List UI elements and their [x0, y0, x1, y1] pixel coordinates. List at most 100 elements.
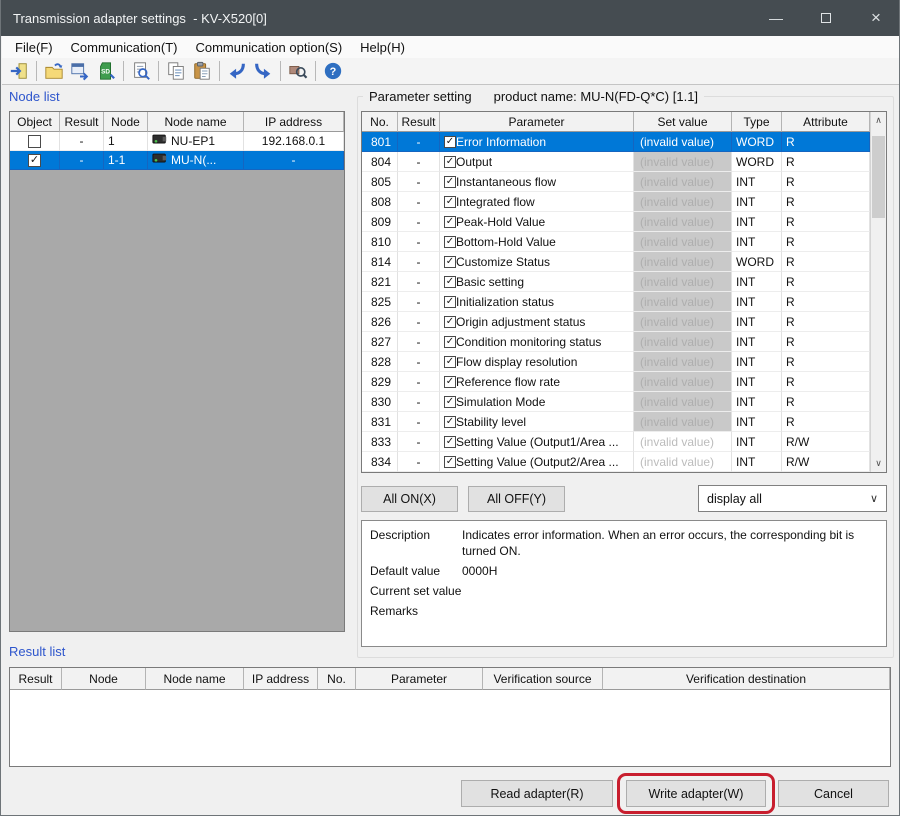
type-cell: INT: [732, 192, 782, 212]
verify-icon[interactable]: [286, 59, 310, 83]
toolbar-separator: [36, 61, 37, 81]
result-col-verification-destination[interactable]: Verification destination: [603, 668, 890, 690]
toolbar-separator: [315, 61, 316, 81]
read-adapter-button[interactable]: Read adapter(R): [461, 780, 613, 807]
node-col-result[interactable]: Result: [60, 112, 104, 132]
result-col-verification-source[interactable]: Verification source: [483, 668, 603, 690]
checkbox[interactable]: ✓: [444, 156, 456, 168]
copy-icon[interactable]: [164, 59, 188, 83]
param-row[interactable]: 834-✓Setting Value (Output2/Area ...(inv…: [362, 452, 870, 472]
minimize-button[interactable]: —: [751, 0, 801, 36]
attribute-cell: R: [782, 392, 870, 412]
checkbox[interactable]: ✓: [444, 396, 456, 408]
checkbox[interactable]: ✓: [444, 176, 456, 188]
scrollbar-thumb[interactable]: [872, 136, 885, 218]
param-row[interactable]: 808-✓Integrated flow(invalid value)INTR: [362, 192, 870, 212]
parameter-cell: ✓Setting Value (Output1/Area ...: [440, 432, 634, 452]
checkbox[interactable]: ✓: [444, 316, 456, 328]
maximize-button[interactable]: [801, 0, 851, 36]
checkbox[interactable]: ✓: [444, 416, 456, 428]
node-col-ip-address[interactable]: IP address: [244, 112, 344, 132]
node-col-node[interactable]: Node: [104, 112, 148, 132]
result-col-ip-address[interactable]: IP address: [244, 668, 318, 690]
paste-icon[interactable]: [190, 59, 214, 83]
close-button[interactable]: ×: [851, 0, 900, 36]
checkbox[interactable]: ✓: [444, 136, 456, 148]
all-off-button[interactable]: All OFF(Y): [468, 486, 565, 512]
result-col-node-name[interactable]: Node name: [146, 668, 244, 690]
param-row[interactable]: 829-✓Reference flow rate(invalid value)I…: [362, 372, 870, 392]
checkbox[interactable]: ✓: [444, 456, 456, 468]
exit-icon[interactable]: [7, 59, 31, 83]
help-icon[interactable]: ?: [321, 59, 345, 83]
menu-item-file-f[interactable]: File(F): [6, 38, 62, 57]
checkbox[interactable]: ✓: [444, 436, 456, 448]
sd-card-icon[interactable]: SD: [94, 59, 118, 83]
menu-item-help-h[interactable]: Help(H): [351, 38, 414, 57]
param-col-parameter[interactable]: Parameter: [440, 112, 634, 132]
checkbox[interactable]: ✓: [444, 276, 456, 288]
param-row[interactable]: 804-✓Output(invalid value)WORDR: [362, 152, 870, 172]
cancel-button[interactable]: Cancel: [778, 780, 889, 807]
param-row[interactable]: 821-✓Basic setting(invalid value)INTR: [362, 272, 870, 292]
param-row[interactable]: 826-✓Origin adjustment status(invalid va…: [362, 312, 870, 332]
param-row[interactable]: 801-✓Error Information(invalid value)WOR…: [362, 132, 870, 152]
export-file-icon[interactable]: [68, 59, 92, 83]
param-col-result[interactable]: Result: [398, 112, 440, 132]
preview-icon[interactable]: [129, 59, 153, 83]
param-col-set-value[interactable]: Set value: [634, 112, 732, 132]
write-adapter-button[interactable]: Write adapter(W): [626, 780, 766, 807]
description-row-value: [462, 583, 886, 599]
read-adapter-icon[interactable]: [225, 59, 249, 83]
checkbox[interactable]: ✓: [444, 196, 456, 208]
scroll-up-icon[interactable]: ∧: [871, 112, 886, 129]
menu-item-communication-option-s[interactable]: Communication option(S): [186, 38, 351, 57]
result-cell: -: [398, 272, 440, 292]
svg-text:?: ?: [330, 66, 337, 78]
set-value-cell[interactable]: (invalid value): [634, 432, 732, 452]
checkbox[interactable]: ✓: [444, 216, 456, 228]
param-row[interactable]: 828-✓Flow display resolution(invalid val…: [362, 352, 870, 372]
checkbox[interactable]: ✓: [444, 336, 456, 348]
result-cell: -: [398, 332, 440, 352]
param-row[interactable]: 825-✓Initialization status(invalid value…: [362, 292, 870, 312]
open-file-icon[interactable]: [42, 59, 66, 83]
parameter-cell: ✓Peak-Hold Value: [440, 212, 634, 232]
parameter-cell: ✓Bottom-Hold Value: [440, 232, 634, 252]
attribute-cell: R: [782, 312, 870, 332]
node-row[interactable]: -1NU-EP1192.168.0.1: [10, 132, 344, 151]
parameter-table-scrollbar[interactable]: ∧ ∨: [870, 112, 886, 472]
parameter-cell: ✓Error Information: [440, 132, 634, 152]
result-col-no.[interactable]: No.: [318, 668, 356, 690]
param-col-no[interactable]: No.: [362, 112, 398, 132]
param-row[interactable]: 830-✓Simulation Mode(invalid value)INTR: [362, 392, 870, 412]
node-col-object[interactable]: Object: [10, 112, 60, 132]
param-row[interactable]: 833-✓Setting Value (Output1/Area ...(inv…: [362, 432, 870, 452]
param-col-attribute[interactable]: Attribute: [782, 112, 870, 132]
node-col-node-name[interactable]: Node name: [148, 112, 244, 132]
result-col-result[interactable]: Result: [10, 668, 62, 690]
all-on-button[interactable]: All ON(X): [361, 486, 458, 512]
node-row[interactable]: ✓-1-1MU-N(...-: [10, 151, 344, 170]
checkbox[interactable]: ✓: [444, 256, 456, 268]
param-row[interactable]: 814-✓Customize Status(invalid value)WORD…: [362, 252, 870, 272]
param-row[interactable]: 831-✓Stability level(invalid value)INTR: [362, 412, 870, 432]
checkbox[interactable]: ✓: [444, 356, 456, 368]
param-row[interactable]: 810-✓Bottom-Hold Value(invalid value)INT…: [362, 232, 870, 252]
checkbox[interactable]: ✓: [444, 296, 456, 308]
checkbox[interactable]: ✓: [28, 154, 41, 167]
checkbox[interactable]: [28, 135, 41, 148]
display-filter-dropdown[interactable]: display all ∨: [698, 485, 887, 512]
checkbox[interactable]: ✓: [444, 236, 456, 248]
scroll-down-icon[interactable]: ∨: [871, 455, 886, 472]
param-row[interactable]: 809-✓Peak-Hold Value(invalid value)INTR: [362, 212, 870, 232]
checkbox[interactable]: ✓: [444, 376, 456, 388]
result-col-parameter[interactable]: Parameter: [356, 668, 483, 690]
param-row[interactable]: 805-✓Instantaneous flow(invalid value)IN…: [362, 172, 870, 192]
param-col-type[interactable]: Type: [732, 112, 782, 132]
param-row[interactable]: 827-✓Condition monitoring status(invalid…: [362, 332, 870, 352]
menu-item-communication-t[interactable]: Communication(T): [62, 38, 187, 57]
write-adapter-icon[interactable]: [251, 59, 275, 83]
set-value-cell[interactable]: (invalid value): [634, 452, 732, 472]
result-col-node[interactable]: Node: [62, 668, 146, 690]
